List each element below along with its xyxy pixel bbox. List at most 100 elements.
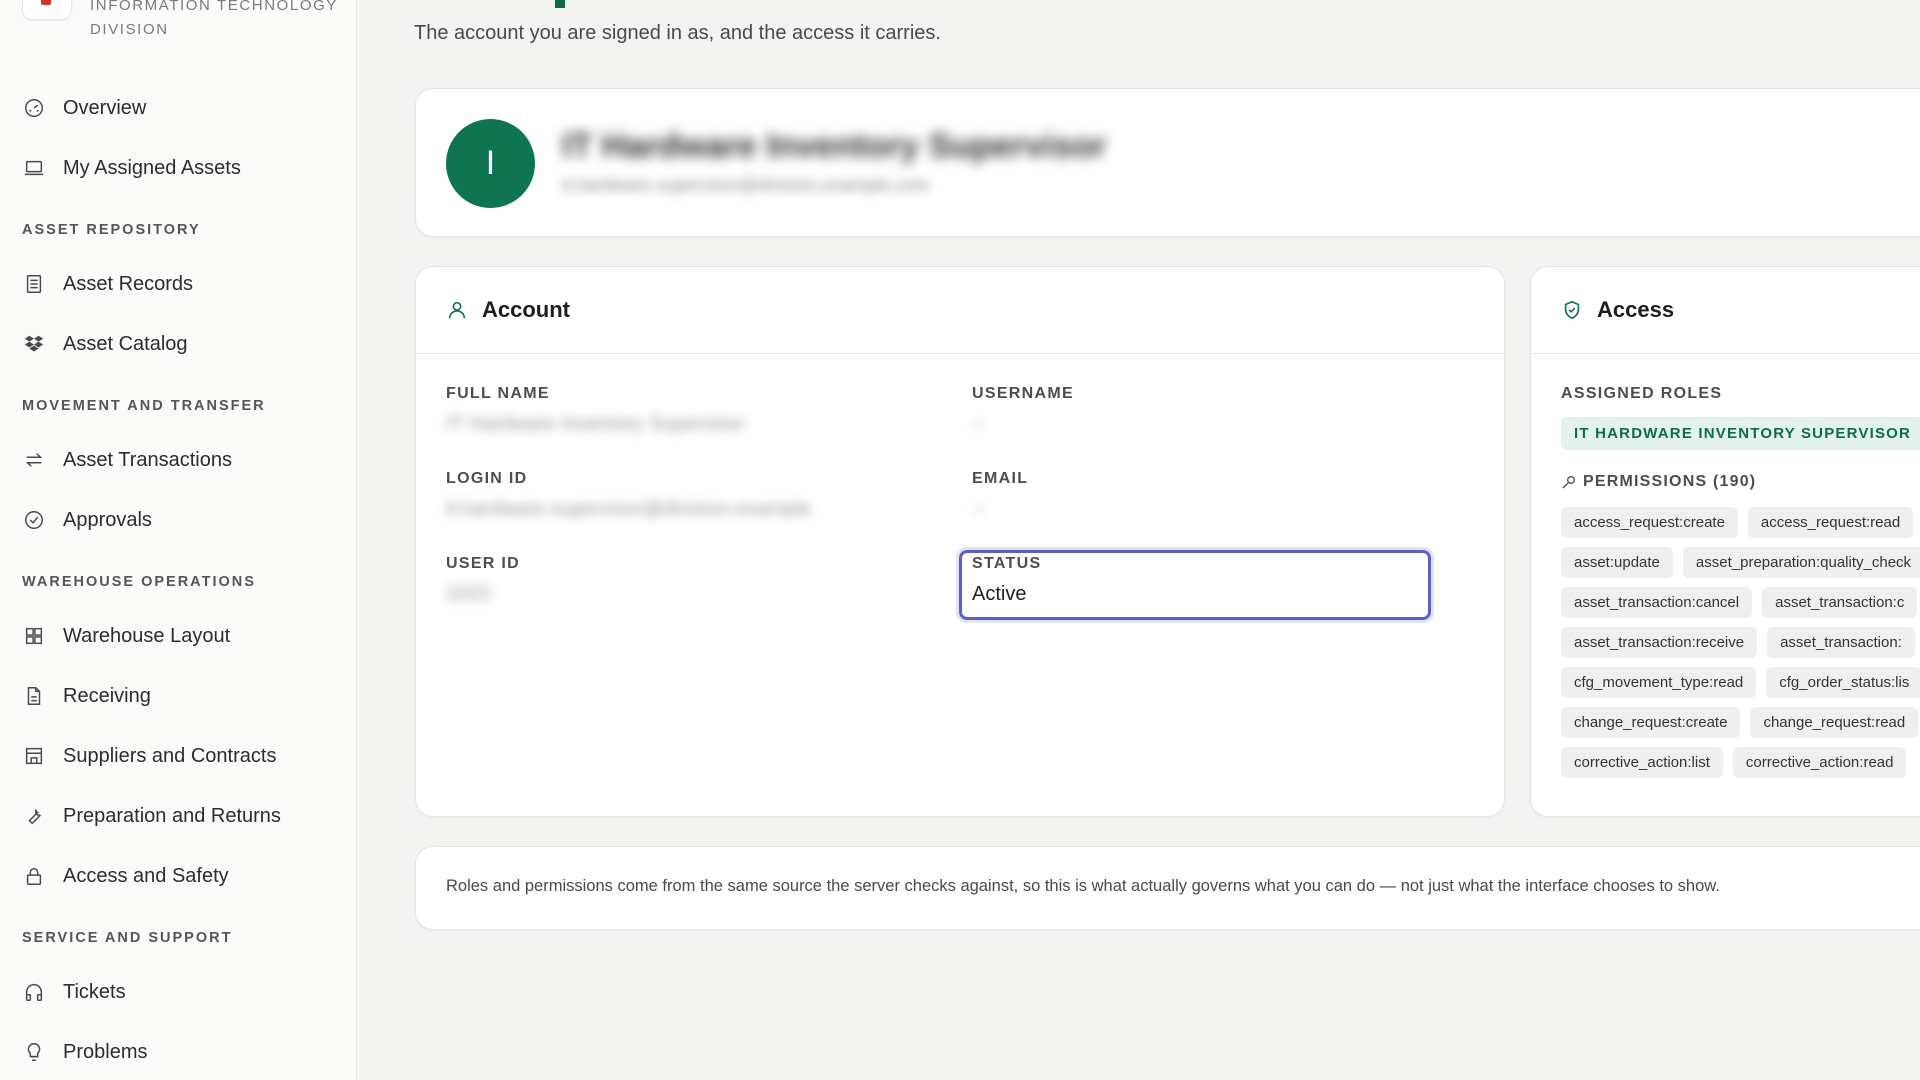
sidebar-item-preparation-and-returns[interactable]: Preparation and Returns [0,786,357,846]
dashboard-gauge-icon [22,96,46,120]
sidebar-item-label: Asset Records [63,272,194,295]
field-label: LOGIN ID [446,470,528,487]
page-title-accent [555,0,565,8]
nav-section-title: WAREHOUSE OPERATIONS [22,574,256,590]
profile-card: I IT Hardware Inventory Supervisor it.ha… [415,88,1920,237]
nav-section-title: SERVICE AND SUPPORT [22,930,233,946]
email-value: -- [972,498,986,520]
field-label: EMAIL [972,470,1029,487]
permission-chip: asset_transaction:receive [1561,627,1758,658]
role-badge: IT HARDWARE INVENTORY SUPERVISOR [1561,417,1920,450]
access-card: Access ASSIGNED ROLES IT HARDWARE INVENT… [1530,266,1920,817]
permission-chip: asset_transaction: [1767,627,1915,658]
status-value: Active [972,583,1027,605]
status-field: STATUS Active [972,555,1041,606]
sidebar-item-label: Access and Safety [63,864,229,887]
document-icon [22,684,46,708]
grid-icon [22,624,46,648]
dropbox-icon [22,332,46,356]
account-card-header: Account [416,267,1504,354]
sidebar-item-asset-records[interactable]: Asset Records [0,254,357,314]
check-circle-icon [22,508,46,532]
account-card-title: Account [482,297,570,322]
key-icon [1561,473,1579,491]
main-content: The account you are signed in as, and th… [357,0,1920,1080]
permission-chip: access_request:read [1747,507,1914,538]
sidebar-item-label: Receiving [63,684,151,707]
sidebar-item-my-assigned-assets[interactable]: My Assigned Assets [0,138,357,198]
lock-icon [22,864,46,888]
permission-row: change_request:create change_request:rea… [1561,707,1920,747]
store-icon [22,744,46,768]
account-card: Account FULL NAME IT Hardware Inventory … [415,266,1505,817]
nav-section-title: MOVEMENT AND TRANSFER [22,398,266,414]
sidebar-item-label: Asset Catalog [63,332,188,355]
sidebar-item-approvals[interactable]: Approvals [0,490,357,550]
shield-check-icon [1561,298,1585,322]
email-field: EMAIL -- [972,470,1028,521]
sidebar-item-overview[interactable]: Overview [0,78,357,138]
permission-chip: asset_transaction:c [1762,587,1918,618]
avatar: I [446,119,535,208]
brand-name: INFORMATION TECHNOLOGY DIVISION [90,0,338,38]
access-card-header: Access [1531,267,1920,354]
records-icon [22,272,46,296]
sidebar-item-label: Overview [63,96,147,119]
user-icon [446,298,470,322]
sidebar-item-label: My Assigned Assets [63,156,241,179]
permissions-list: access_request:create access_request:rea… [1561,507,1920,787]
profile-email: it.hardware.supervisor@division.example.… [562,175,930,195]
sidebar-item-tickets[interactable]: Tickets [0,962,357,1022]
permissions-label: PERMISSIONS (190) [1583,473,1757,490]
sidebar-item-label: Asset Transactions [63,448,232,471]
permission-chip: asset_preparation:quality_check [1682,547,1920,578]
profile-display-name: IT Hardware Inventory Supervisor [562,127,1107,165]
sidebar-item-label: Approvals [63,508,152,531]
permission-chip: cfg_movement_type:read [1561,667,1757,698]
access-card-title: Access [1597,297,1675,322]
sidebar-item-access-and-safety[interactable]: Access and Safety [0,846,357,906]
full-name-value: IT Hardware Inventory Supervisor [446,413,745,435]
laptop-icon [22,156,46,180]
sidebar-item-warehouse-layout[interactable]: Warehouse Layout [0,606,357,666]
permission-chip: asset:update [1561,547,1673,578]
sidebar-item-label: Problems [63,1040,148,1063]
info-note-card: Roles and permissions come from the same… [415,846,1920,930]
sidebar-item-problems[interactable]: Problems [0,1022,357,1080]
permission-chip: corrective_action:read [1732,747,1907,778]
headphones-icon [22,980,46,1004]
brand[interactable]: INFORMATION TECHNOLOGY DIVISION [22,0,340,42]
permission-row: corrective_action:list corrective_action… [1561,747,1920,787]
field-label: USER ID [446,555,520,572]
login-id-field: LOGIN ID it.hardware.supervisor@division… [446,470,811,521]
permission-chip: change_request:read [1750,707,1919,738]
sidebar-item-asset-catalog[interactable]: Asset Catalog [0,314,357,374]
permission-chip: access_request:create [1561,507,1738,538]
sidebar-item-label: Preparation and Returns [63,804,281,827]
permission-chip: asset_transaction:cancel [1561,587,1753,618]
permission-row: access_request:create access_request:rea… [1561,507,1920,547]
sidebar-item-suppliers-and-contracts[interactable]: Suppliers and Contracts [0,726,357,786]
user-id-field: USER ID 1023 [446,555,520,606]
login-id-value: it.hardware.supervisor@division.example [446,498,811,520]
sidebar-item-label: Tickets [63,980,126,1003]
permission-chip: corrective_action:list [1561,747,1723,778]
permission-chip: change_request:create [1561,707,1741,738]
field-label: STATUS [972,555,1042,572]
sidebar-item-label: Warehouse Layout [63,624,231,647]
assigned-roles-label: ASSIGNED ROLES [1561,385,1723,402]
username-field: USERNAME -- [972,385,1074,436]
permission-row: asset_transaction:receive asset_transact… [1561,627,1920,667]
page-subtitle: The account you are signed in as, and th… [414,22,941,44]
sidebar: INFORMATION TECHNOLOGY DIVISION Overview… [0,0,357,1080]
field-label: FULL NAME [446,385,550,402]
wrench-icon [22,804,46,828]
field-label: USERNAME [972,385,1074,402]
permissions-heading: PERMISSIONS (190) [1561,473,1756,491]
brand-logo [22,0,72,20]
sidebar-nav: Overview My Assigned Assets ASSET REPOSI… [0,78,357,1080]
permission-chip: cfg_order_status:lis [1766,667,1920,698]
sidebar-item-asset-transactions[interactable]: Asset Transactions [0,430,357,490]
permission-row: asset:update asset_preparation:quality_c… [1561,547,1920,587]
sidebar-item-receiving[interactable]: Receiving [0,666,357,726]
